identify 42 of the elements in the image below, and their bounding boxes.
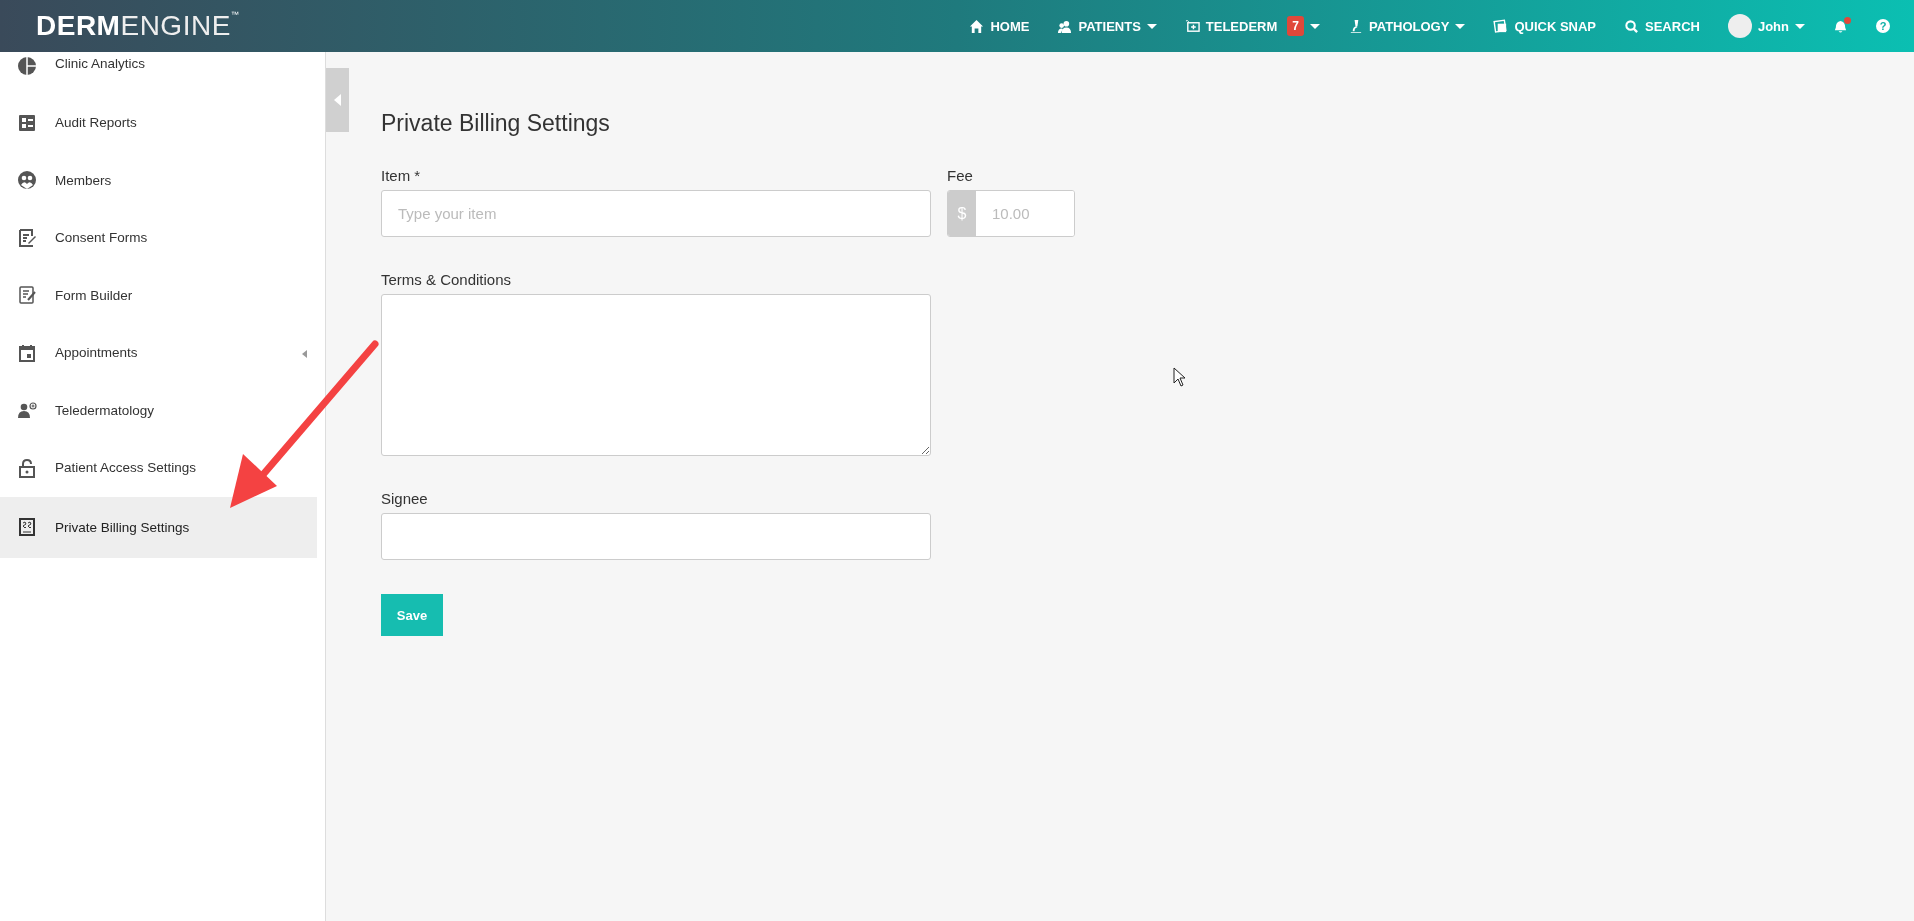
count-badge: 7 bbox=[1287, 16, 1304, 36]
calendar-icon bbox=[17, 342, 37, 363]
pie-chart-icon bbox=[17, 56, 37, 76]
sidebar-item[interactable]: Audit Reports bbox=[0, 94, 317, 152]
form-pencil-icon bbox=[17, 285, 37, 306]
sidebar-item[interactable]: Members bbox=[0, 151, 317, 209]
sidebar-item[interactable]: Consent Forms bbox=[0, 209, 317, 267]
field-label: Fee bbox=[947, 167, 974, 184]
nav-link[interactable]: TELEDERM 7 bbox=[1170, 0, 1334, 52]
search-icon bbox=[1624, 18, 1640, 34]
sidebar-item[interactable]: Appointments bbox=[0, 324, 317, 382]
currency-prefix: $ bbox=[948, 191, 976, 236]
photos-icon bbox=[1493, 18, 1509, 34]
sidebar-item[interactable]: Clinic Analytics bbox=[0, 52, 317, 94]
field-label: Signee bbox=[381, 490, 429, 507]
field-label: Terms & Conditions bbox=[381, 271, 513, 288]
people-icon bbox=[1057, 18, 1073, 34]
collapse-sidebar-button[interactable] bbox=[326, 68, 349, 132]
nav-link[interactable]: PATIENTS bbox=[1043, 0, 1171, 52]
billing-document-icon bbox=[17, 517, 37, 537]
home-icon bbox=[969, 18, 985, 34]
list-icon bbox=[17, 112, 37, 133]
sidebar-item[interactable]: Private Billing Settings bbox=[0, 496, 317, 558]
bell-icon[interactable] bbox=[1833, 18, 1848, 34]
logo[interactable]: DERMENGINE$^{™}$ bbox=[36, 10, 240, 42]
lock-icon bbox=[17, 457, 37, 478]
caret-icon bbox=[333, 94, 342, 106]
avatar-icon bbox=[1727, 14, 1752, 38]
signee-input-field[interactable] bbox=[381, 513, 931, 560]
group-icon bbox=[17, 170, 37, 191]
edit-document-icon bbox=[17, 227, 37, 248]
nav-link[interactable]: HOME bbox=[955, 0, 1044, 52]
sidebar-item[interactable]: Patient Access Settings bbox=[0, 439, 317, 497]
page-title: Private Billing Settings bbox=[381, 110, 610, 137]
monitor-plus-icon bbox=[1184, 18, 1200, 34]
field-label: Item * bbox=[381, 167, 422, 184]
mouse-cursor-icon bbox=[1173, 367, 1187, 387]
terms-text-area[interactable] bbox=[381, 294, 931, 456]
user-plus-icon bbox=[17, 400, 37, 421]
sidebar-item[interactable]: Teledermatology bbox=[0, 381, 317, 439]
sidebar-item[interactable]: Form Builder bbox=[0, 266, 317, 324]
item-input-field[interactable]: Type your item bbox=[381, 190, 931, 237]
